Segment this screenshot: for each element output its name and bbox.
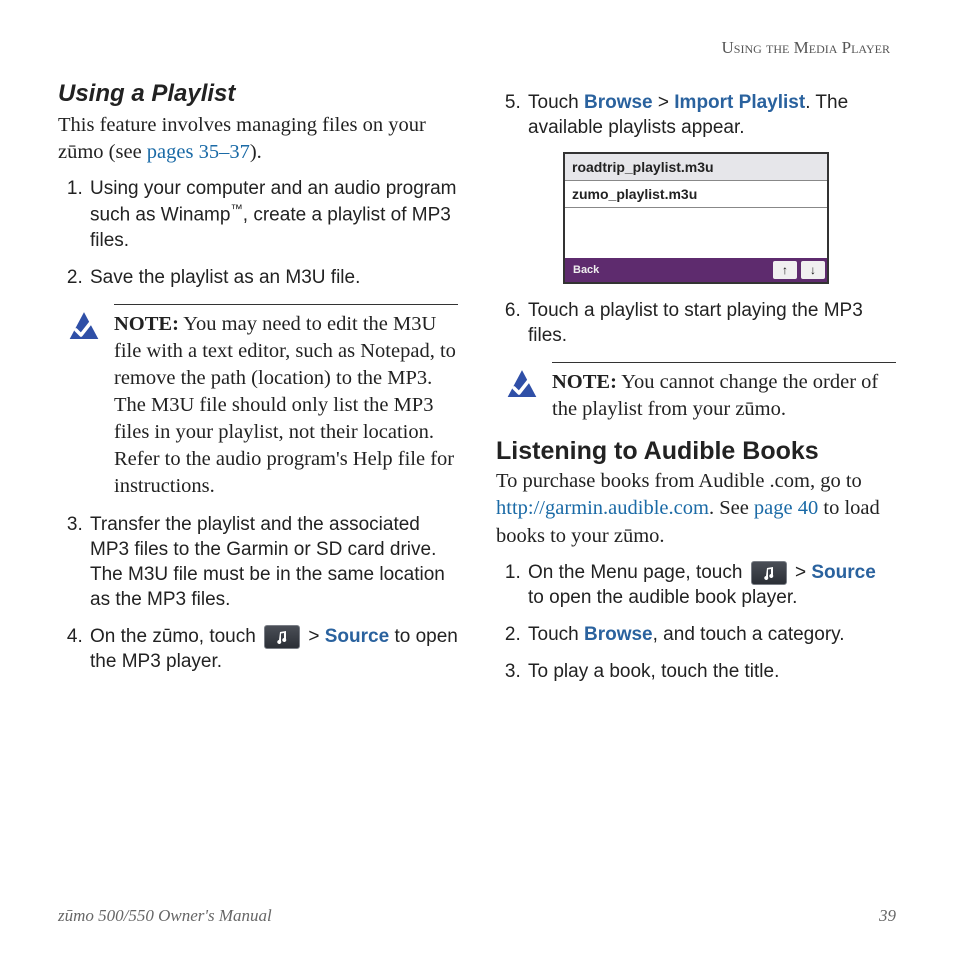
- audible-step-1: On the Menu page, touch > Source to open…: [526, 560, 896, 610]
- audible-steps: On the Menu page, touch > Source to open…: [496, 560, 896, 684]
- note-body: NOTE: You may need to edit the M3U file …: [114, 304, 458, 500]
- step-5: Touch Browse > Import Playlist. The avai…: [526, 90, 896, 140]
- back-button[interactable]: Back: [565, 264, 607, 276]
- audible-step-2: Touch Browse, and touch a category.: [526, 622, 896, 647]
- empty-area: [565, 208, 827, 258]
- manual-page: Using the Media Player Using a Playlist …: [0, 0, 954, 954]
- gt: >: [790, 562, 812, 583]
- page-40-link[interactable]: page 40: [754, 497, 818, 519]
- playlist-steps-part1: Using your computer and an audio program…: [58, 176, 458, 290]
- content-columns: Using a Playlist This feature involves m…: [58, 80, 896, 696]
- text: , and touch a category.: [653, 624, 845, 645]
- step-3: Transfer the playlist and the associated…: [88, 512, 458, 612]
- text: Touch: [528, 92, 584, 113]
- step-6: Touch a playlist to start playing the MP…: [526, 298, 896, 348]
- section-title-playlist: Using a Playlist: [58, 80, 458, 108]
- note-playlist-order: NOTE: You cannot change the order of the…: [504, 362, 896, 423]
- running-head: Using the Media Player: [58, 38, 896, 58]
- step-4: On the zūmo, touch > Source to open the …: [88, 624, 458, 674]
- pages-link[interactable]: pages 35–37: [147, 141, 250, 163]
- text: To purchase books from Audible .com, go …: [496, 470, 862, 492]
- playlist-steps-part4: Touch a playlist to start playing the MP…: [496, 298, 896, 348]
- text: Touch: [528, 624, 584, 645]
- source-label: Source: [811, 562, 875, 583]
- right-column: Touch Browse > Import Playlist. The avai…: [496, 80, 896, 696]
- step-1: Using your computer and an audio program…: [88, 176, 458, 253]
- music-icon: [264, 625, 300, 649]
- playlist-row[interactable]: zumo_playlist.m3u: [565, 181, 827, 208]
- checkmark-icon: [504, 366, 540, 423]
- page-footer: zūmo 500/550 Owner's Manual 39: [58, 906, 896, 926]
- playlist-row[interactable]: roadtrip_playlist.m3u: [565, 154, 827, 181]
- text: On the Menu page, touch: [528, 562, 748, 583]
- note-body: NOTE: You cannot change the order of the…: [552, 362, 896, 423]
- up-arrow-icon[interactable]: ↑: [773, 261, 797, 279]
- left-column: Using a Playlist This feature involves m…: [58, 80, 458, 696]
- text: to open the audible book player.: [528, 587, 797, 608]
- playlist-intro: This feature involves managing files on …: [58, 112, 458, 166]
- text: On the zūmo, touch: [90, 626, 261, 647]
- audible-step-3: To play a book, touch the title.: [526, 659, 896, 684]
- page-number: 39: [879, 906, 896, 926]
- music-icon: [751, 561, 787, 585]
- checkmark-icon: [66, 308, 102, 500]
- note-label: NOTE:: [114, 313, 179, 335]
- note-m3u-edit: NOTE: You may need to edit the M3U file …: [66, 304, 458, 500]
- browse-label: Browse: [584, 92, 653, 113]
- gt: >: [653, 92, 675, 113]
- note-label: NOTE:: [552, 371, 617, 393]
- trademark: ™: [230, 202, 242, 216]
- import-playlist-label: Import Playlist: [674, 92, 805, 113]
- footer-title: zūmo 500/550 Owner's Manual: [58, 906, 272, 926]
- note-text: You may need to edit the M3U file with a…: [114, 313, 456, 497]
- section-title-audible: Listening to Audible Books: [496, 437, 896, 466]
- down-arrow-icon[interactable]: ↓: [801, 261, 825, 279]
- step-2: Save the playlist as an M3U file.: [88, 265, 458, 290]
- playlist-footer: Back ↑ ↓: [565, 258, 827, 282]
- audible-intro: To purchase books from Audible .com, go …: [496, 468, 896, 549]
- text: ).: [250, 141, 262, 163]
- playlist-steps-part2: Transfer the playlist and the associated…: [58, 512, 458, 674]
- playlist-steps-part3: Touch Browse > Import Playlist. The avai…: [496, 90, 896, 140]
- browse-label: Browse: [584, 624, 653, 645]
- text: . See: [709, 497, 754, 519]
- gt: >: [303, 626, 325, 647]
- playlist-screenshot: roadtrip_playlist.m3u zumo_playlist.m3u …: [563, 152, 829, 284]
- audible-url-link[interactable]: http://garmin.audible.com: [496, 497, 709, 519]
- source-label: Source: [325, 626, 389, 647]
